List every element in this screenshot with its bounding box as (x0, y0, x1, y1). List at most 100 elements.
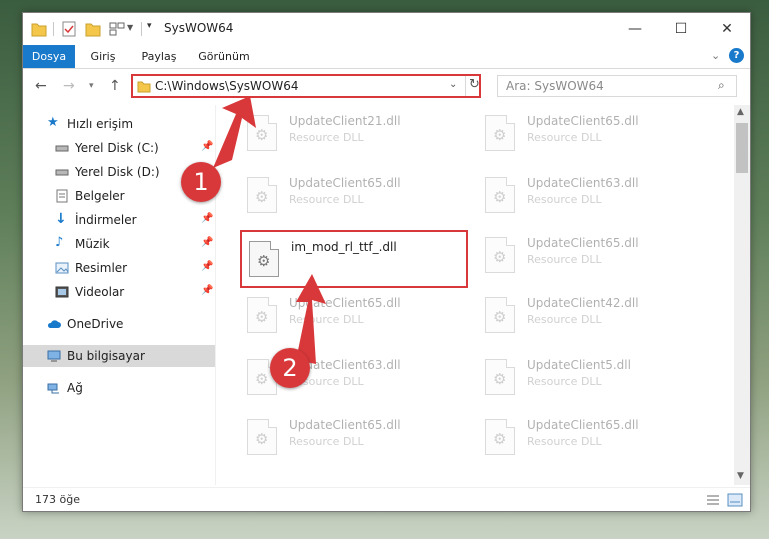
pin-icon[interactable]: 📌 (201, 141, 213, 152)
pin-icon[interactable]: 📌 (201, 285, 213, 296)
list-item[interactable]: ⚙ UpdateClient63.dll Resource DLL (477, 171, 697, 225)
item-count: 173 öğe (35, 493, 80, 506)
forward-icon[interactable]: → (63, 78, 75, 94)
videos-icon (55, 286, 69, 298)
tab-paylas[interactable]: Paylaş (133, 45, 185, 68)
list-item[interactable]: ⚙ UpdateClient65.dll Resource DLL (477, 413, 697, 467)
view-icon[interactable] (109, 20, 125, 38)
download-icon: ↓ (55, 211, 67, 227)
file-type: Resource DLL (289, 131, 364, 144)
details-view-icon[interactable] (705, 493, 721, 507)
sidebar-item-label: Ağ (67, 381, 83, 395)
file-list: ⚙ UpdateClient21.dll Resource DLL ⚙ Upda… (239, 105, 733, 485)
sidebar-item-videos[interactable]: Videolar 📌 (23, 281, 215, 303)
music-icon: ♪ (55, 235, 64, 250)
file-type: Resource DLL (527, 375, 602, 388)
file-type: Resource DLL (289, 313, 364, 326)
status-bar: 173 öğe (23, 487, 750, 512)
list-item[interactable]: ⚙ UpdateClient42.dll Resource DLL (477, 291, 697, 345)
sidebar-item-network[interactable]: Ağ (23, 377, 215, 399)
folder-icon (137, 81, 151, 93)
sidebar-item-label: Hızlı erişim (67, 117, 134, 131)
scroll-up-icon[interactable]: ▲ (737, 107, 744, 117)
minimize-button[interactable]: — (612, 13, 658, 45)
tab-gorunum[interactable]: Görünüm (193, 45, 255, 68)
dll-file-icon: ⚙ (485, 419, 515, 455)
sidebar-item-pictures[interactable]: Resimler 📌 (23, 257, 215, 279)
list-item[interactable]: ⚙ UpdateClient65.dll Resource DLL (239, 413, 459, 467)
list-item[interactable]: ⚙ UpdateClient65.dll Resource DLL (239, 291, 459, 345)
cloud-icon (47, 320, 61, 328)
close-button[interactable]: ✕ (704, 13, 750, 45)
quick-access-chevron-icon[interactable]: ▾ (147, 21, 152, 31)
search-input[interactable]: Ara: SysWOW64 ⌕ (497, 75, 737, 97)
maximize-button[interactable]: ☐ (658, 13, 704, 45)
list-item[interactable]: ⚙ UpdateClient65.dll Resource DLL (477, 109, 697, 163)
help-icon[interactable]: ? (729, 48, 744, 63)
sidebar-item-label: Müzik (75, 237, 110, 251)
list-item[interactable]: ⚙ UpdateClient65.dll Resource DLL (239, 171, 459, 225)
folder-icon (31, 23, 47, 37)
dll-file-icon: ⚙ (247, 297, 277, 333)
sidebar-item-music[interactable]: ♪ Müzik 📌 (23, 233, 215, 255)
window-title: SysWOW64 (164, 21, 234, 35)
dll-file-icon: ⚙ (485, 297, 515, 333)
tab-giris[interactable]: Giriş (81, 45, 125, 68)
sidebar-item-label: Bu bilgisayar (67, 349, 145, 363)
tiles-view-icon[interactable] (727, 493, 743, 507)
star-icon: ★ (47, 115, 59, 130)
list-item[interactable]: ⚙ UpdateClient21.dll Resource DLL (239, 109, 459, 163)
address-dropdown-icon[interactable]: ⌄ (449, 79, 457, 90)
sidebar-item-quick-access[interactable]: ★ Hızlı erişim (23, 113, 215, 135)
customize-dropdown-icon[interactable]: ▼ (127, 23, 133, 32)
dll-file-icon: ⚙ (485, 359, 515, 395)
file-name: UpdateClient5.dll (527, 358, 631, 372)
drive-icon (55, 145, 69, 152)
sidebar-item-this-pc[interactable]: Bu bilgisayar (23, 345, 215, 367)
file-name: UpdateClient42.dll (527, 296, 639, 310)
drive-icon (55, 169, 69, 176)
file-name: UpdateClient63.dll (527, 176, 639, 190)
file-type: Resource DLL (527, 193, 602, 206)
pin-icon[interactable]: 📌 (201, 261, 213, 272)
sidebar-item-onedrive[interactable]: OneDrive (23, 313, 215, 335)
sidebar-item-label: Belgeler (75, 189, 125, 203)
properties-icon[interactable] (61, 20, 77, 38)
file-type: Resource DLL (527, 435, 602, 448)
file-type: Resource DLL (527, 253, 602, 266)
file-name: UpdateClient21.dll (289, 114, 401, 128)
address-bar[interactable]: C:\Windows\SysWOW64 ⌄ ↻ (131, 74, 481, 98)
sidebar-item-disk-c[interactable]: Yerel Disk (C:) 📌 (23, 137, 215, 159)
sidebar-item-downloads[interactable]: ↓ İndirmeler 📌 (23, 209, 215, 231)
step-1-badge: 1 (181, 162, 221, 202)
navigation-pane: ★ Hızlı erişim Yerel Disk (C:) 📌 Yerel D… (23, 105, 216, 485)
tab-dosya[interactable]: Dosya (23, 45, 75, 68)
sidebar-item-label: Resimler (75, 261, 128, 275)
step-2-badge: 2 (270, 348, 310, 388)
pin-icon[interactable]: 📌 (201, 237, 213, 248)
scroll-thumb[interactable] (736, 123, 748, 173)
dll-file-icon: ⚙ (247, 419, 277, 455)
computer-icon (47, 350, 61, 362)
title-bar: ▼ ▾ SysWOW64 — ☐ ✕ (23, 13, 750, 45)
new-folder-icon[interactable] (85, 20, 101, 38)
recent-dropdown-icon[interactable]: ▾ (89, 81, 94, 91)
sidebar-item-label: Yerel Disk (C:) (75, 141, 159, 155)
sidebar-item-label: İndirmeler (75, 213, 137, 227)
pin-icon[interactable]: 📌 (201, 213, 213, 224)
list-item[interactable]: ⚙ UpdateClient5.dll Resource DLL (477, 353, 697, 407)
vertical-scrollbar[interactable]: ▲ ▼ (734, 105, 750, 485)
list-item[interactable]: ⚙ UpdateClient65.dll Resource DLL (477, 231, 697, 285)
file-name: UpdateClient65.dll (527, 114, 639, 128)
ribbon-expand-icon[interactable]: ⌄ (711, 49, 720, 62)
file-name: UpdateClient65.dll (527, 236, 639, 250)
back-icon[interactable]: ← (35, 78, 47, 94)
refresh-icon[interactable]: ↻ (469, 77, 480, 92)
search-icon[interactable]: ⌕ (718, 78, 725, 93)
up-icon[interactable]: ↑ (109, 78, 121, 94)
documents-icon (56, 189, 68, 203)
search-placeholder: Ara: SysWOW64 (506, 79, 604, 93)
file-type: Resource DLL (289, 435, 364, 448)
scroll-down-icon[interactable]: ▼ (737, 471, 744, 481)
network-icon (47, 383, 59, 394)
